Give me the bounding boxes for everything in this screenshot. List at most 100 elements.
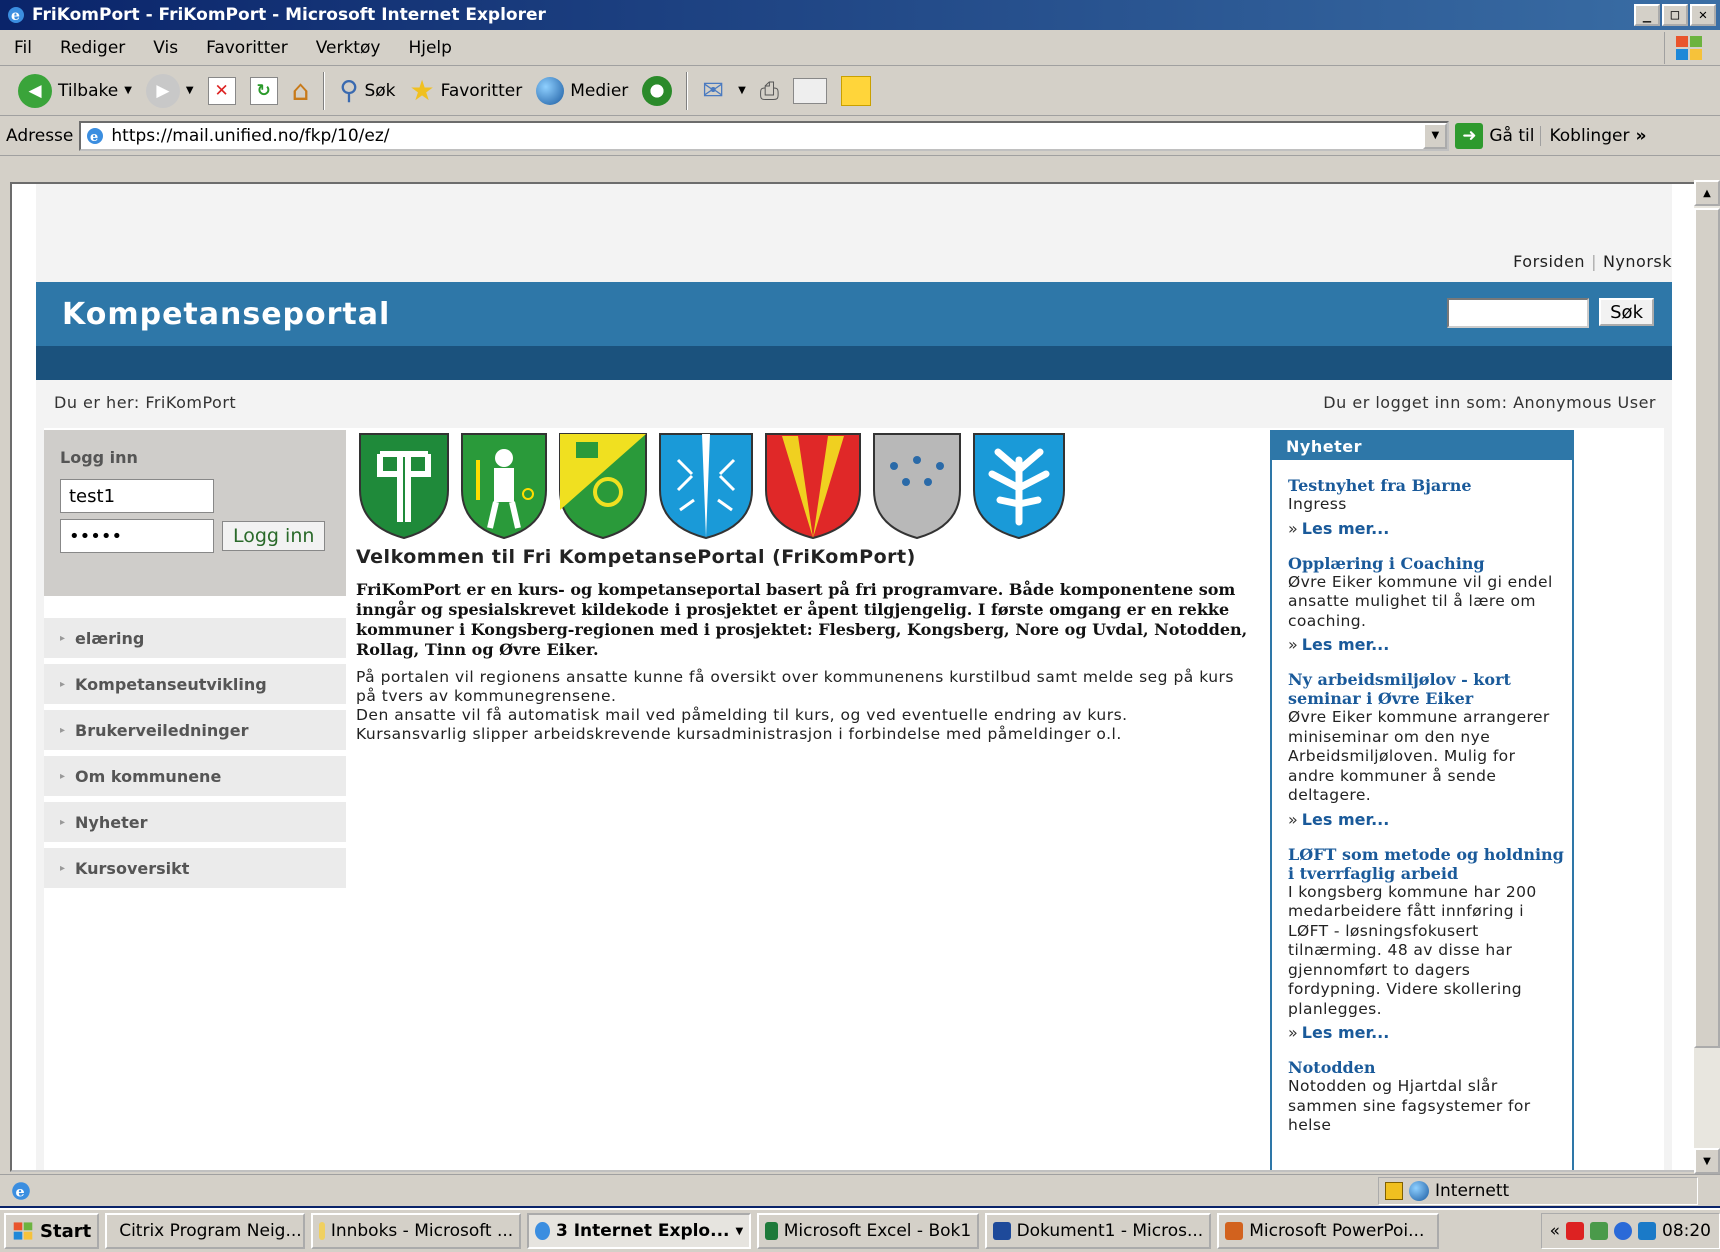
menu-rediger[interactable]: Rediger — [60, 38, 125, 58]
menu-item-kompetanseutvikling[interactable]: ▸ Kompetanseutvikling — [44, 664, 346, 704]
read-more-link[interactable]: » Les mer... — [1288, 810, 1564, 829]
status-bar: e Internett — [0, 1174, 1720, 1206]
edit-icon[interactable] — [793, 77, 827, 104]
menu-item-kursoversikt[interactable]: ▸ Kursoversikt — [44, 848, 346, 888]
discuss-icon[interactable] — [841, 75, 871, 106]
tray-antivirus-icon[interactable] — [1638, 1222, 1656, 1240]
refresh-icon[interactable]: ↻ — [249, 76, 278, 105]
windows-flag-icon — [13, 1222, 33, 1240]
rollag-shield-icon — [765, 433, 861, 540]
tray-network-icon[interactable] — [1590, 1222, 1608, 1240]
task-powerpoint[interactable]: Microsoft PowerPoi... — [1217, 1213, 1440, 1249]
ovre-eiker-shield-icon — [973, 433, 1065, 540]
link-nynorsk[interactable]: Nynorsk — [1603, 252, 1672, 271]
excel-icon — [765, 1222, 778, 1240]
menu-item-label: Om kommunene — [75, 766, 222, 786]
tray-messenger-icon[interactable] — [1614, 1222, 1632, 1240]
bullet-icon: ▸ — [60, 816, 66, 828]
favorites-label: Favoritter — [440, 80, 523, 101]
tray-citrix-icon[interactable] — [1566, 1222, 1584, 1240]
ie-icon: e — [8, 7, 24, 24]
intro-text: FriKomPort er en kurs- og kompetanseport… — [356, 580, 1248, 659]
media-button[interactable]: Medier — [536, 76, 628, 105]
logged-in-status: Du er logget inn som: Anonymous User — [1323, 392, 1656, 412]
minimize-button[interactable]: _ — [1634, 4, 1660, 26]
stop-icon[interactable]: ✕ — [207, 76, 236, 105]
vertical-scrollbar[interactable]: ▲ ▼ — [1694, 180, 1720, 1174]
task-word[interactable]: Dokument1 - Micros... — [985, 1213, 1212, 1249]
menu-hjelp[interactable]: Hjelp — [408, 38, 451, 58]
forward-button[interactable]: ▶ ▼ — [145, 73, 194, 108]
toolbar-separator — [323, 71, 326, 110]
window-titlebar: e FriKomPort - FriKomPort - Microsoft In… — [0, 0, 1720, 30]
password-input[interactable] — [60, 519, 214, 553]
bullet-icon: ▸ — [60, 862, 66, 874]
menu-item-om-kommunene[interactable]: ▸ Om kommunene — [44, 756, 346, 796]
menu-item-elaering[interactable]: ▸ elæring — [44, 618, 346, 658]
news-title[interactable]: Testnyhet fra Bjarne — [1288, 476, 1564, 495]
chevron-right-icon[interactable]: » — [1635, 126, 1646, 146]
start-button[interactable]: Start — [4, 1213, 100, 1249]
home-icon[interactable]: ⌂ — [292, 74, 310, 107]
scroll-thumb[interactable] — [1694, 208, 1720, 1048]
menu-vis[interactable]: Vis — [153, 38, 178, 58]
read-more-link[interactable]: » Les mer... — [1288, 1023, 1564, 1042]
read-more-link[interactable]: » Les mer... — [1288, 519, 1564, 538]
news-title[interactable]: Opplæring i Coaching — [1288, 554, 1564, 573]
menu-item-nyheter[interactable]: ▸ Nyheter — [44, 802, 346, 842]
menu-favoritter[interactable]: Favoritter — [206, 38, 288, 58]
menu-item-brukerveiledninger[interactable]: ▸ Brukerveiledninger — [44, 710, 346, 750]
tinn-shield-icon — [873, 433, 961, 540]
forward-dropdown-icon[interactable]: ▼ — [186, 85, 194, 96]
breadcrumb-row: Du er her: FriKomPort Du er logget inn s… — [36, 380, 1672, 424]
site-search-button[interactable]: Søk — [1599, 298, 1654, 326]
login-button[interactable]: Logg inn — [222, 521, 326, 551]
news-title[interactable]: Notodden — [1288, 1058, 1564, 1077]
nore-uvdal-shield-icon — [559, 433, 647, 540]
menu-verktoy[interactable]: Verktøy — [316, 38, 381, 58]
back-label: Tilbake — [58, 80, 119, 101]
task-outlook[interactable]: Innboks - Microsoft ... — [311, 1213, 522, 1249]
link-forsiden[interactable]: Forsiden — [1513, 252, 1585, 271]
news-title[interactable]: LØFT som metode og holdning i tverrfagli… — [1288, 845, 1564, 883]
search-button[interactable]: ⚲ Søk — [339, 76, 395, 106]
mail-icon[interactable]: ✉ — [702, 76, 724, 106]
maximize-button[interactable]: □ — [1662, 4, 1688, 26]
links-button[interactable]: Koblinger — [1540, 125, 1629, 146]
news-item: Opplæring i Coaching Øvre Eiker kommune … — [1272, 554, 1572, 655]
svg-text:e: e — [11, 8, 20, 24]
goto-button[interactable]: ➜ Gå til — [1455, 122, 1534, 149]
news-item: LØFT som metode og holdning i tverrfagli… — [1272, 845, 1572, 1043]
address-dropdown-icon[interactable]: ▼ — [1423, 122, 1448, 149]
login-box: Logg inn Logg inn — [44, 430, 346, 596]
news-title[interactable]: Ny arbeidsmiljølov - kort seminar i Øvre… — [1288, 670, 1564, 708]
page-icon: e — [87, 127, 104, 145]
scroll-down-icon[interactable]: ▼ — [1694, 1148, 1720, 1174]
side-menu: ▸ elæring ▸ Kompetanseutvikling ▸ Brukervei… — [44, 618, 346, 894]
menu-fil[interactable]: Fil — [14, 38, 32, 58]
mail-dropdown-icon[interactable]: ▼ — [738, 85, 746, 96]
windows-logo-icon — [1664, 32, 1712, 64]
bullet-icon: ▸ — [60, 724, 66, 736]
news-ingress: Ingress — [1288, 495, 1347, 513]
task-excel[interactable]: Microsoft Excel - Bok1 — [757, 1213, 980, 1249]
back-button[interactable]: ◀ Tilbake ▼ — [18, 73, 132, 108]
favorites-button[interactable]: ★ Favoritter — [410, 74, 523, 107]
scroll-up-icon[interactable]: ▲ — [1694, 180, 1720, 206]
body-paragraph-1: På portalen vil regionens ansatte kunne … — [356, 668, 1234, 705]
menu-item-label: Nyheter — [75, 812, 148, 832]
username-input[interactable] — [60, 479, 214, 513]
print-icon[interactable]: ⎙ — [760, 77, 779, 105]
back-dropdown-icon[interactable]: ▼ — [124, 85, 132, 96]
tray-expand-icon[interactable]: « — [1550, 1221, 1560, 1241]
kongsberg-shield-icon — [461, 433, 547, 540]
close-button[interactable]: ✕ — [1690, 4, 1716, 26]
site-search-input[interactable] — [1447, 298, 1590, 328]
task-ie[interactable]: 3 Internet Explo... ▼ — [527, 1213, 752, 1249]
news-item: Testnyhet fra Bjarne Ingress » Les mer... — [1272, 476, 1572, 538]
history-icon[interactable] — [642, 75, 673, 106]
forward-arrow-icon: ▶ — [145, 73, 180, 108]
read-more-link[interactable]: » Les mer... — [1288, 635, 1564, 654]
task-citrix[interactable]: Citrix Program Neig... — [105, 1213, 306, 1249]
address-input[interactable]: e https://mail.unified.no/fkp/10/ez/ ▼ — [79, 120, 1450, 151]
